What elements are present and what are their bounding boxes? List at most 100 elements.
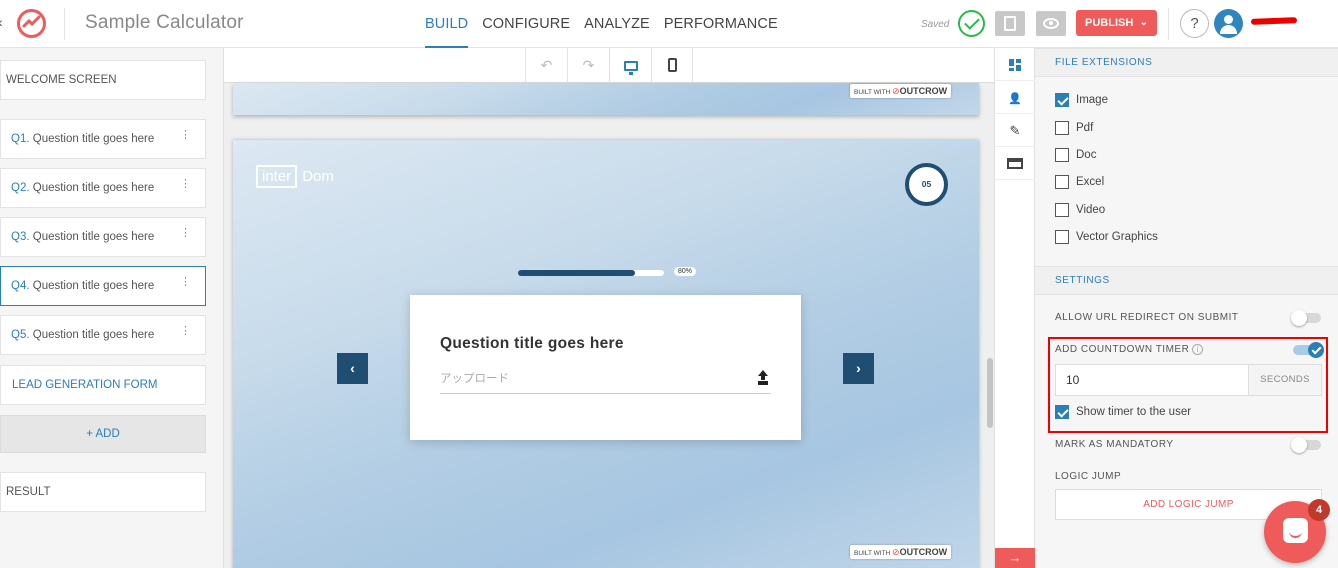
chat-icon bbox=[1283, 518, 1308, 543]
question-item-q2[interactable]: Q2. Question title goes here ⋮ bbox=[0, 168, 206, 208]
layout-grid-icon bbox=[1009, 59, 1021, 71]
add-user-icon: 👤 bbox=[1008, 93, 1022, 105]
question-item-q5[interactable]: Q5. Question title goes here ⋮ bbox=[0, 315, 206, 355]
settings-header: SETTINGS bbox=[1035, 266, 1338, 295]
card-icon bbox=[1007, 158, 1023, 169]
chat-unread-badge: 4 bbox=[1308, 499, 1330, 521]
more-options-icon[interactable]: ⋮ bbox=[180, 169, 191, 199]
saved-status-text: Saved bbox=[921, 19, 950, 30]
lead-tool-button[interactable]: 👤 bbox=[995, 81, 1035, 114]
countdown-timer-label: ADD COUNTDOWN TIMER i bbox=[1055, 344, 1204, 355]
progress-label: 80% bbox=[674, 267, 697, 276]
question-item-q4[interactable]: Q4. Question title goes here ⋮ bbox=[0, 266, 206, 306]
back-chevron-icon[interactable]: ‹ bbox=[0, 14, 3, 30]
more-options-icon[interactable]: ⋮ bbox=[180, 120, 191, 150]
countdown-seconds-input[interactable]: 10 bbox=[1055, 364, 1249, 396]
preview-canvas: ↶ ↷ BUILT WITH ⊘OUTCROW inter Dom 05 80%… bbox=[224, 48, 994, 568]
previous-screen-preview[interactable]: BUILT WITH ⊘OUTCROW bbox=[233, 83, 979, 115]
copy-icon bbox=[1004, 16, 1016, 31]
redo-button[interactable]: ↷ bbox=[567, 48, 609, 83]
outgrow-mini-logo-icon: ⊘ bbox=[892, 547, 900, 557]
main-nav: BUILD CONFIGURE ANALYZE PERFORMANCE bbox=[425, 0, 792, 48]
url-redirect-toggle[interactable] bbox=[1291, 310, 1321, 326]
duplicate-button[interactable] bbox=[995, 11, 1025, 36]
question-number: Q2. bbox=[11, 182, 30, 194]
more-options-icon[interactable]: ⋮ bbox=[180, 316, 191, 346]
result-label: RESULT bbox=[6, 486, 51, 498]
next-question-button[interactable]: › bbox=[843, 353, 874, 384]
desktop-view-button[interactable] bbox=[609, 48, 651, 83]
question-title: Question title goes here bbox=[32, 280, 155, 292]
welcome-screen-label: WELCOME SCREEN bbox=[6, 74, 117, 86]
question-number: Q3. bbox=[11, 231, 30, 243]
checkbox[interactable] bbox=[1055, 121, 1069, 135]
question-card: Question title goes here アップロード bbox=[410, 295, 801, 440]
redacted-username bbox=[1250, 17, 1298, 25]
file-upload-field[interactable]: アップロード bbox=[440, 367, 771, 394]
checkbox[interactable] bbox=[1055, 230, 1069, 244]
result-item[interactable]: RESULT bbox=[0, 472, 206, 512]
progress-bar bbox=[518, 270, 664, 276]
chevron-down-icon: ⌄ bbox=[1139, 17, 1148, 28]
canvas-scrollbar[interactable] bbox=[987, 358, 993, 428]
upload-placeholder: アップロード bbox=[440, 373, 509, 385]
tab-performance[interactable]: PERFORMANCE bbox=[664, 0, 778, 48]
question-number: Q4. bbox=[11, 280, 30, 292]
progress-bar-fill bbox=[518, 270, 635, 276]
add-screen-button[interactable]: + ADD bbox=[0, 415, 206, 453]
checkbox[interactable] bbox=[1055, 203, 1069, 217]
mandatory-label: MARK AS MANDATORY bbox=[1055, 439, 1174, 450]
logic-jump-label: LOGIC JUMP bbox=[1055, 471, 1122, 482]
eye-icon bbox=[1043, 18, 1059, 29]
question-title: Question title goes here bbox=[32, 182, 155, 194]
checkbox[interactable] bbox=[1055, 93, 1069, 107]
previous-question-button[interactable]: ‹ bbox=[337, 353, 368, 384]
file-extensions-header: FILE EXTENSIONS bbox=[1035, 48, 1338, 77]
question-title: Question title goes here bbox=[32, 133, 155, 145]
layout-tool-button[interactable] bbox=[995, 48, 1035, 81]
question-number: Q5. bbox=[11, 329, 30, 341]
more-options-icon[interactable]: ⋮ bbox=[180, 218, 191, 248]
upload-icon[interactable] bbox=[757, 370, 769, 384]
screens-panel: WELCOME SCREEN Q1. Question title goes h… bbox=[0, 48, 224, 568]
mobile-view-button[interactable] bbox=[651, 48, 693, 83]
next-step-button[interactable]: → bbox=[995, 548, 1035, 568]
app-title[interactable]: Sample Calculator bbox=[85, 12, 244, 34]
question-item-q1[interactable]: Q1. Question title goes here ⋮ bbox=[0, 119, 206, 159]
title-divider bbox=[64, 8, 65, 40]
lead-generation-form-item[interactable]: LEAD GENERATION FORM bbox=[0, 365, 206, 405]
mobile-icon bbox=[667, 58, 677, 72]
publish-button[interactable]: PUBLISH ⌄ bbox=[1076, 10, 1157, 36]
outgrow-logo-icon[interactable] bbox=[15, 7, 48, 40]
undo-button[interactable]: ↶ bbox=[525, 48, 567, 83]
tab-build[interactable]: BUILD bbox=[425, 0, 469, 48]
outgrow-mini-logo-icon: ⊘ bbox=[892, 86, 900, 96]
help-button[interactable]: ? bbox=[1180, 9, 1209, 38]
tab-analyze[interactable]: ANALYZE bbox=[584, 0, 650, 48]
settings-panel: FILE EXTENSIONS Image Pdf Doc Excel Vide… bbox=[1035, 48, 1338, 568]
seconds-unit-label: SECONDS bbox=[1248, 364, 1322, 396]
checkbox[interactable] bbox=[1055, 148, 1069, 162]
saved-check-icon bbox=[958, 10, 985, 37]
question-title: Question title goes here bbox=[440, 335, 624, 352]
checkbox[interactable] bbox=[1055, 175, 1069, 189]
question-number: Q1. bbox=[11, 133, 30, 145]
lead-form-label: LEAD GENERATION FORM bbox=[12, 379, 158, 391]
preview-button[interactable] bbox=[1036, 11, 1066, 36]
countdown-timer-toggle[interactable] bbox=[1293, 342, 1324, 358]
question-title: Question title goes here bbox=[32, 231, 155, 243]
mandatory-toggle[interactable] bbox=[1291, 437, 1321, 453]
card-tool-button[interactable] bbox=[995, 147, 1035, 180]
brand-logo: inter Dom bbox=[256, 162, 334, 190]
edit-tool-button[interactable]: ✎ bbox=[995, 114, 1035, 147]
info-icon[interactable]: i bbox=[1192, 344, 1204, 355]
desktop-icon bbox=[623, 61, 638, 75]
avatar[interactable] bbox=[1214, 9, 1243, 38]
welcome-screen-item[interactable]: WELCOME SCREEN bbox=[0, 60, 206, 100]
checkbox[interactable] bbox=[1055, 405, 1069, 419]
redo-icon: ↷ bbox=[582, 57, 595, 73]
header-divider bbox=[1168, 8, 1169, 40]
question-item-q3[interactable]: Q3. Question title goes here ⋮ bbox=[0, 217, 206, 257]
tab-configure[interactable]: CONFIGURE bbox=[482, 0, 570, 48]
more-options-icon[interactable]: ⋮ bbox=[180, 267, 191, 297]
